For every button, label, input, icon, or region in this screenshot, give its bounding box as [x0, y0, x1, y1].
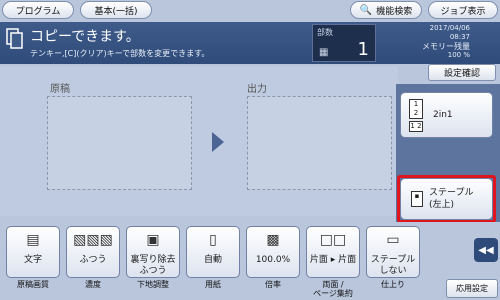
search-icon: 🔍	[359, 4, 373, 16]
datetime: 2017/04/06 08:37	[430, 24, 470, 42]
copies-display[interactable]: 部数 ▦ 1	[312, 24, 376, 62]
combine-2in1-button[interactable]: 121 2 2in1	[400, 92, 493, 138]
zoom-caption: 倍率	[265, 280, 281, 289]
finishing-caption: 仕上り	[381, 280, 405, 289]
bleed-removal-icon: ▣	[146, 232, 160, 248]
zoom-tile[interactable]: ▩ 100.0%	[246, 226, 300, 278]
density-caption: 濃度	[85, 280, 101, 289]
duplex-caption: 両面 / ページ集約	[313, 280, 353, 298]
combine-label: 2in1	[433, 110, 453, 120]
output-label: 出力	[247, 84, 267, 95]
density-scale-icon: ▧▧▧	[73, 232, 113, 248]
original-preview	[47, 96, 192, 190]
copies-label: 部数	[317, 28, 333, 37]
image-quality-caption: 原稿画質	[17, 280, 49, 289]
program-button[interactable]: プログラム	[2, 1, 74, 19]
collapse-panel-button[interactable]: ◀◀	[474, 238, 498, 262]
paper-caption: 用紙	[205, 280, 221, 289]
double-left-arrow-icon: ◀◀	[478, 244, 494, 256]
density-tile[interactable]: ▧▧▧ ふつう	[66, 226, 120, 278]
application-settings-button[interactable]: 応用設定	[446, 279, 498, 298]
paper-tile[interactable]: ▯ 自動	[186, 226, 240, 278]
selection-highlight	[397, 175, 496, 223]
paper-icon: ▯	[209, 232, 217, 248]
keypad-icon: ▦	[319, 47, 329, 58]
status-subtitle: テンキー,[C](クリア)キーで部数を変更できます。	[30, 49, 210, 58]
two-in-one-icon: 121 2	[409, 99, 423, 132]
background-adjust-caption: 下地調整	[137, 280, 169, 289]
memory-status: メモリー残量 100 %	[422, 42, 470, 60]
image-quality-tile[interactable]: ▤ 文字	[6, 226, 60, 278]
duplex-icon: □□	[319, 232, 347, 248]
date-text: 2017/04/06	[429, 24, 470, 32]
copies-value: 1	[357, 39, 369, 60]
memory-value: 100 %	[447, 51, 470, 59]
staple-off-icon: ▭	[386, 232, 400, 248]
zoom-icon: ▩	[266, 232, 280, 248]
original-label: 原稿	[50, 84, 70, 95]
job-display-button[interactable]: ジョブ表示	[428, 1, 498, 19]
memory-label: メモリー残量	[422, 42, 470, 51]
settings-confirm-button[interactable]: 設定確認	[428, 64, 496, 81]
function-search-button[interactable]: 🔍 機能検索	[350, 1, 422, 19]
copy-icon	[6, 28, 23, 49]
document-text-icon: ▤	[26, 232, 40, 248]
arrow-right-icon	[212, 132, 224, 152]
time-text: 08:37	[449, 33, 470, 41]
status-bar: コピーできます。 テンキー,[C](クリア)キーで部数を変更できます。 部数 ▦…	[0, 22, 500, 64]
background-adjust-tile[interactable]: ▣ 裏写り除去 ふつう	[126, 226, 180, 278]
basic-batch-button[interactable]: 基本(一括)	[80, 1, 152, 19]
output-preview	[247, 96, 392, 190]
status-title: コピーできます。	[30, 29, 140, 45]
duplex-tile[interactable]: □□ 片面 ▸ 片面	[306, 226, 360, 278]
finishing-tile[interactable]: ▭ ステープル しない	[366, 226, 420, 278]
